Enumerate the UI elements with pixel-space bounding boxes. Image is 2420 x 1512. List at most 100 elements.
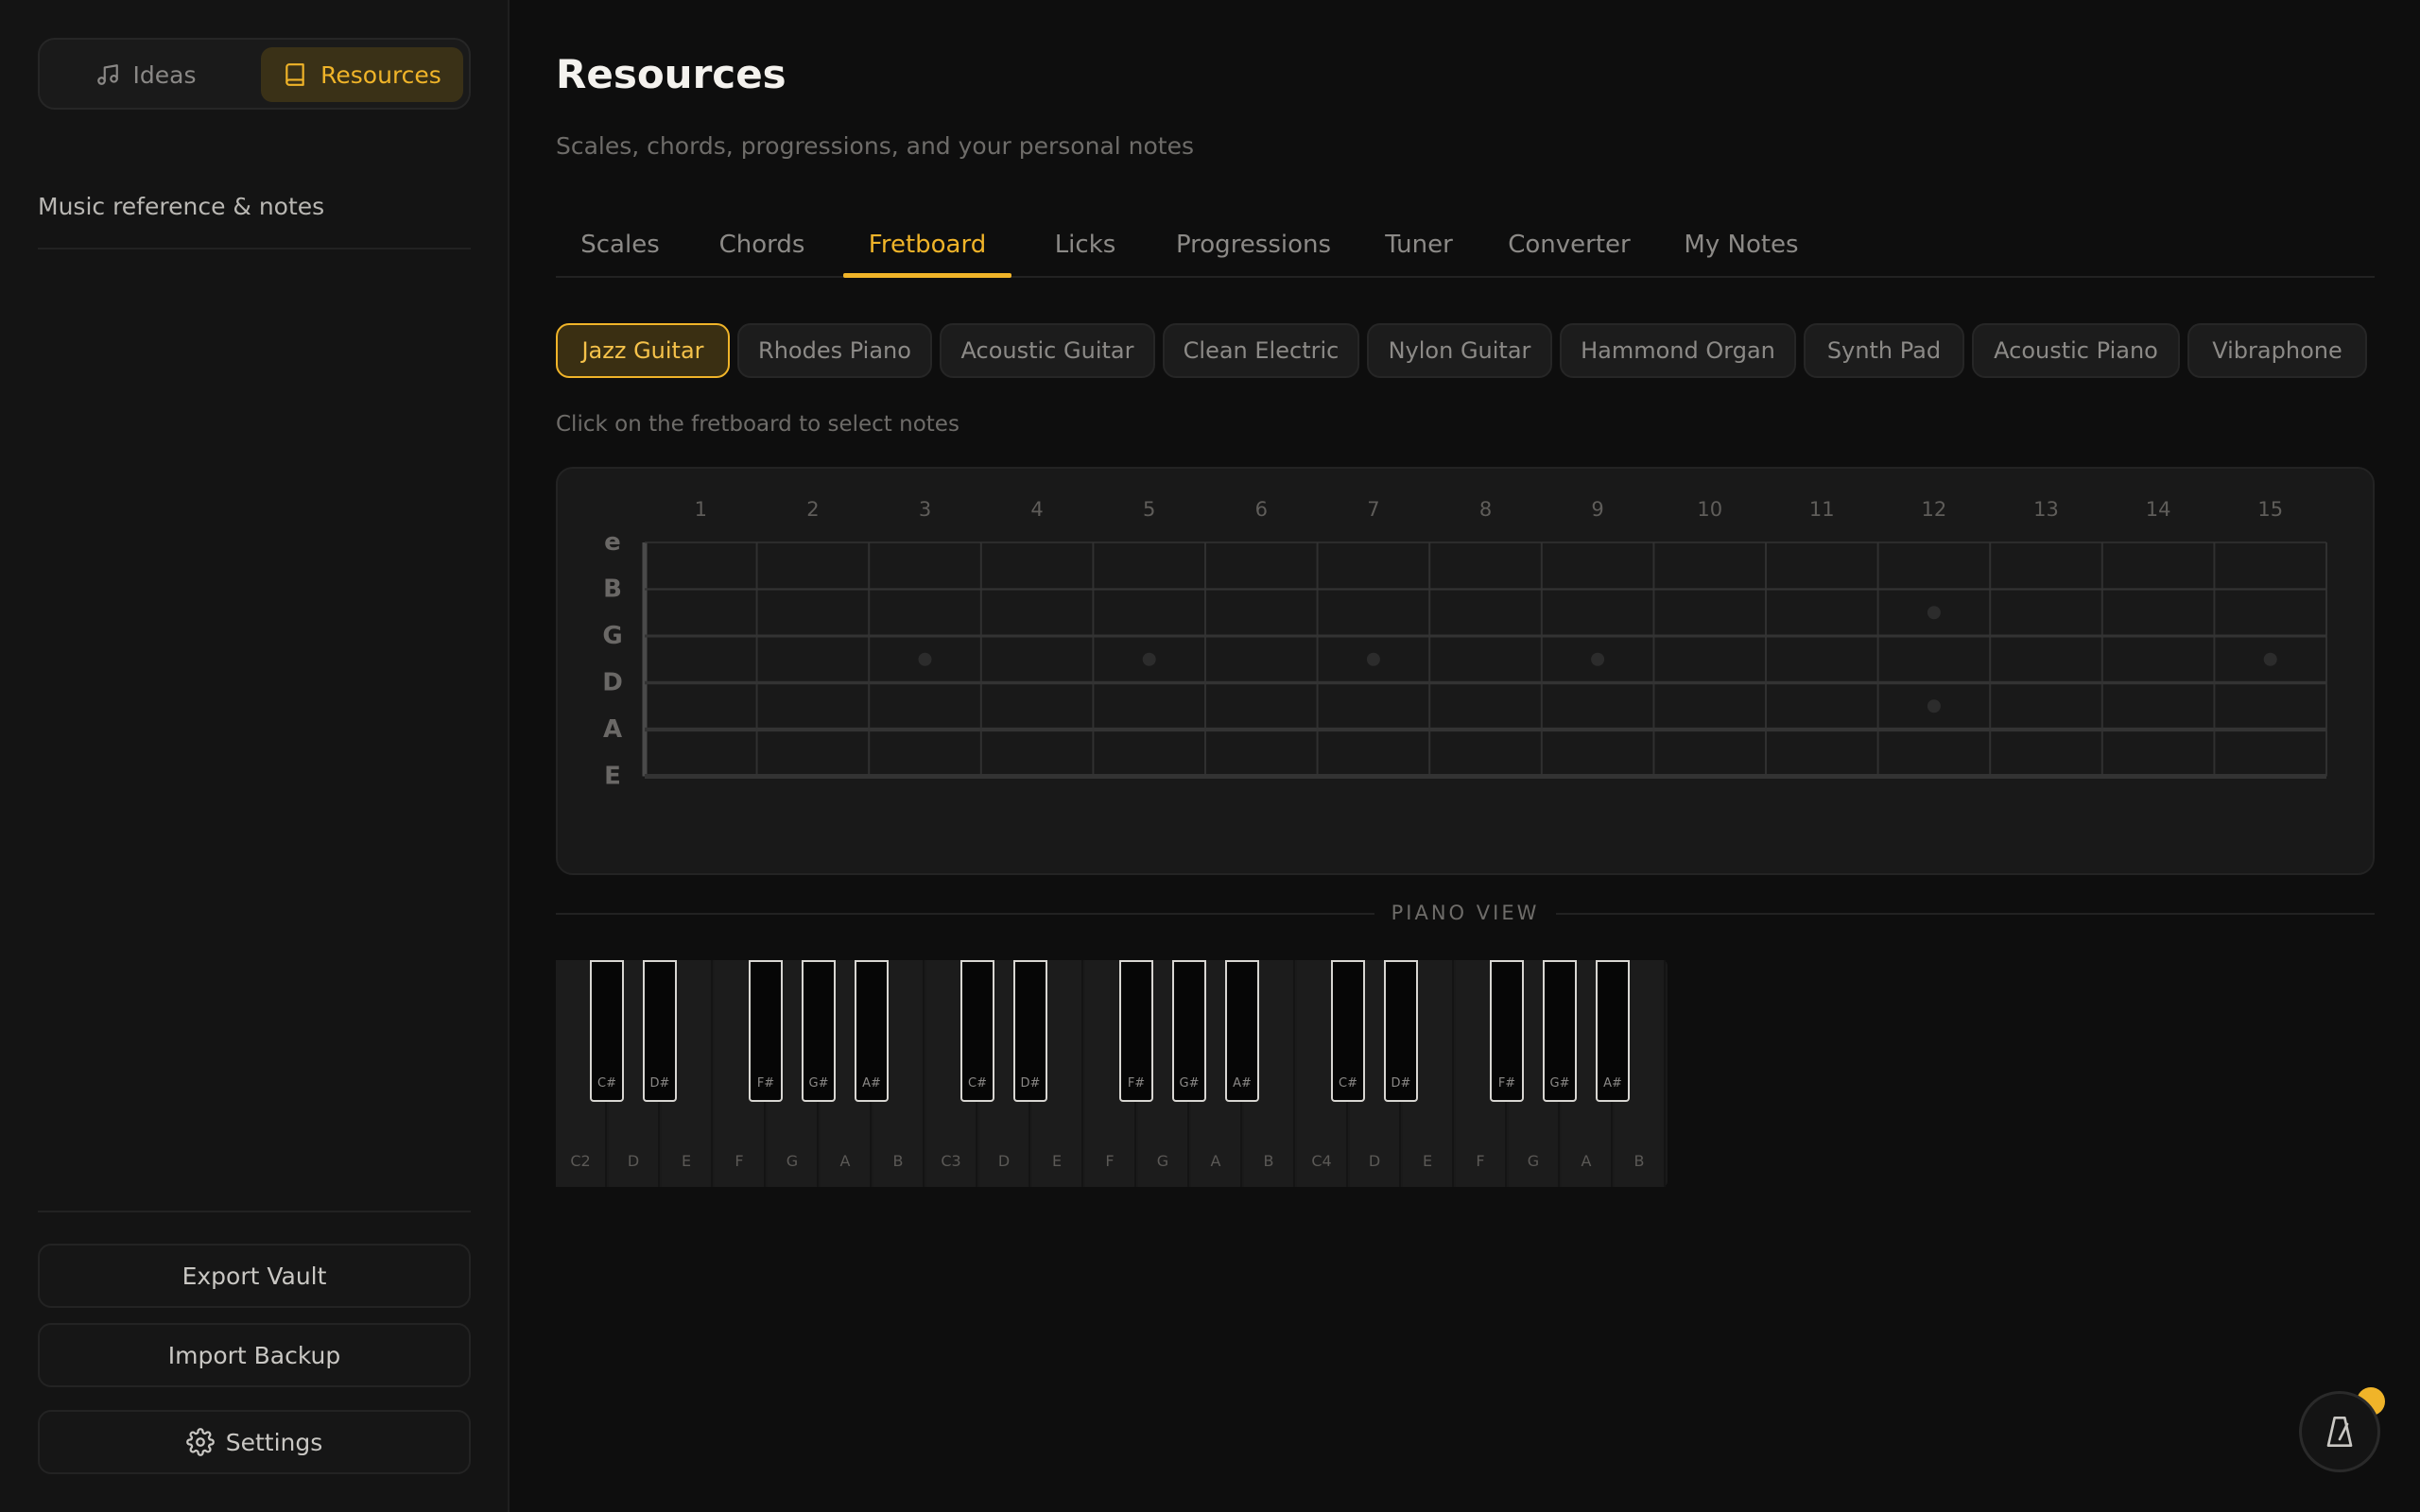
instrument-chip[interactable]: Vibraphone [2187, 323, 2367, 378]
fret-number: 15 [2257, 498, 2283, 521]
fret-number: 5 [1143, 498, 1155, 521]
piano-key-label: D [997, 1152, 1011, 1170]
piano-black-key[interactable]: A# [855, 960, 889, 1102]
export-vault-button[interactable]: Export Vault [38, 1244, 471, 1308]
piano-black-key[interactable]: C# [960, 960, 994, 1102]
piano-black-key[interactable]: C# [1331, 960, 1365, 1102]
tab-scales[interactable]: Scales [556, 214, 684, 276]
piano-black-key[interactable]: C# [590, 960, 624, 1102]
piano-key-label: C2 [570, 1152, 591, 1170]
piano-key-label: A# [1603, 1076, 1622, 1091]
piano-key-label: E [681, 1152, 692, 1170]
fretboard[interactable]: eBGDAE1 2 3 4 5 6 7 8 9 10 11 12 13 14 15 [558, 469, 2377, 877]
piano-black-key[interactable]: F# [749, 960, 783, 1102]
tab-chords[interactable]: Chords [698, 214, 826, 276]
fret-number: 3 [919, 498, 931, 521]
piano-key-label: C# [1339, 1076, 1357, 1091]
piano-key-label: G# [1179, 1076, 1200, 1091]
piano-black-key[interactable]: F# [1490, 960, 1524, 1102]
instrument-chip[interactable]: Hammond Organ [1560, 323, 1796, 378]
piano-key-label: A [839, 1152, 851, 1170]
tab-my-notes[interactable]: My Notes [1662, 214, 1821, 276]
piano-key-label: D# [1391, 1076, 1411, 1091]
import-backup-button[interactable]: Import Backup [38, 1323, 471, 1387]
fret-number: 1 [695, 498, 707, 521]
page-subtitle: Scales, chords, progressions, and your p… [556, 132, 1195, 160]
string-label: D [602, 669, 623, 697]
instrument-chip[interactable]: Nylon Guitar [1367, 323, 1552, 378]
piano-key-label: G [1156, 1152, 1169, 1170]
tab-converter[interactable]: Converter [1490, 214, 1649, 276]
piano-key-label: A# [862, 1076, 881, 1091]
string-label: e [604, 528, 621, 557]
piano-key-label: F [1105, 1152, 1115, 1170]
metronome-icon [2326, 1417, 2353, 1447]
fret-inlay-dot [1927, 606, 1941, 620]
piano-black-key[interactable]: A# [1225, 960, 1259, 1102]
ideas-toggle-button[interactable]: Ideas [47, 47, 244, 102]
piano-black-key[interactable]: D# [643, 960, 677, 1102]
sidebar: Ideas Resources Music reference & notes … [0, 0, 510, 1512]
settings-button[interactable]: Settings [38, 1410, 471, 1474]
fret-number: 7 [1367, 498, 1379, 521]
import-backup-label: Import Backup [167, 1341, 341, 1369]
ideas-toggle-label: Ideas [132, 60, 197, 89]
fret-number: 14 [2146, 498, 2171, 521]
instrument-chip[interactable]: Jazz Guitar [556, 323, 730, 378]
piano-key-label: F# [756, 1076, 775, 1091]
piano-black-key[interactable]: D# [1013, 960, 1047, 1102]
piano-key-label: E [1051, 1152, 1063, 1170]
instrument-chip[interactable]: Acoustic Piano [1972, 323, 2180, 378]
tab-fretboard[interactable]: Fretboard [843, 214, 1011, 278]
fret-number: 10 [1697, 498, 1722, 521]
tab-licks[interactable]: Licks [1030, 214, 1140, 276]
fret-number: 2 [806, 498, 819, 521]
piano-key-label: C3 [941, 1152, 961, 1170]
piano-key-label: D# [649, 1076, 670, 1091]
fret-number: 8 [1479, 498, 1492, 521]
piano-key-label: G# [808, 1076, 829, 1091]
fret-inlay-dot [1591, 652, 1605, 666]
piano-black-key[interactable]: G# [802, 960, 836, 1102]
page-title: Resources [556, 51, 786, 97]
instrument-chip[interactable]: Acoustic Guitar [940, 323, 1155, 378]
metronome-button[interactable] [2299, 1391, 2380, 1472]
fret-number: 9 [1591, 498, 1603, 521]
instrument-chip[interactable]: Clean Electric [1163, 323, 1359, 378]
resources-toggle-button[interactable]: Resources [261, 47, 463, 102]
fretboard-hint: Click on the fretboard to select notes [556, 412, 959, 437]
fret-number: 11 [1809, 498, 1835, 521]
piano-view-label: PIANO VIEW [1391, 902, 1540, 924]
piano-key-label: E [1422, 1152, 1433, 1170]
piano-keyboard: C2 D E F G A B C3 D E F G A B C4 D E F G A B C# D# F# G# A# C# D# F#… [556, 960, 1668, 1187]
string-label: A [603, 715, 622, 744]
instrument-chip[interactable]: Synth Pad [1804, 323, 1964, 378]
piano-key-label: A# [1233, 1076, 1252, 1091]
piano-black-key[interactable]: D# [1384, 960, 1418, 1102]
piano-black-key[interactable]: G# [1543, 960, 1577, 1102]
piano-black-key[interactable]: G# [1172, 960, 1206, 1102]
piano-key-label: D# [1020, 1076, 1041, 1091]
tab-tuner[interactable]: Tuner [1367, 214, 1471, 276]
resources-toggle-label: Resources [320, 60, 441, 89]
fret-inlay-dot [1142, 652, 1156, 666]
piano-key-label: C# [597, 1076, 616, 1091]
piano-black-key[interactable]: A# [1596, 960, 1630, 1102]
piano-key-label: F [735, 1152, 744, 1170]
piano-key-label: G [1527, 1152, 1540, 1170]
fret-number: 4 [1030, 498, 1043, 521]
piano-key-label: F# [1497, 1076, 1516, 1091]
sidebar-divider [38, 248, 471, 249]
piano-key-label: G# [1549, 1076, 1570, 1091]
piano-key-label: G [786, 1152, 799, 1170]
fret-inlay-dot [1366, 652, 1380, 666]
fret-inlay-dot [1927, 699, 1941, 713]
piano-black-key[interactable]: F# [1119, 960, 1153, 1102]
export-vault-label: Export Vault [182, 1262, 327, 1290]
piano-key-label: C# [968, 1076, 987, 1091]
tab-progressions[interactable]: Progressions [1157, 214, 1350, 276]
instrument-chip[interactable]: Rhodes Piano [737, 323, 932, 378]
gear-icon [185, 1428, 215, 1456]
piano-key-label: D [1368, 1152, 1381, 1170]
book-icon [285, 63, 304, 86]
